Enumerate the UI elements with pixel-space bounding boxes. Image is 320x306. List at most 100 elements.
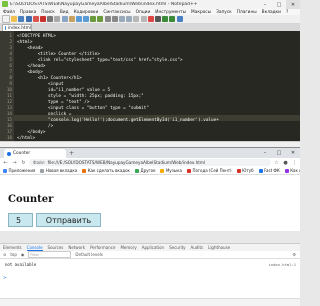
indent-guide-icon[interactable] [140,16,147,22]
menu-encoding[interactable]: Кодировки [74,10,99,15]
word-wrap-icon[interactable] [126,16,133,22]
number-input[interactable]: 5 [8,213,33,227]
devtools-tab-audits[interactable]: Audits [191,245,204,250]
log-levels-dropdown[interactable]: Default levels [75,252,102,257]
paste-icon[interactable] [68,16,75,22]
devtools-tab-console[interactable]: Console [26,245,43,251]
undo-icon[interactable] [75,16,82,22]
zoom-in-icon[interactable] [104,16,111,22]
stop-macro-icon[interactable] [154,16,161,22]
cut-icon[interactable] [54,16,61,22]
bookmark-icon [258,168,263,173]
menu-macros[interactable]: Макросы [191,10,211,15]
console-message-source[interactable]: index.html:1 [269,262,296,267]
close-all-icon[interactable] [39,16,46,22]
devtools-tab-application[interactable]: Application [142,245,164,250]
bookmarks-bar: Приложения Новая вкладка Как сделать вкадо… [0,167,300,175]
console-message: not available [5,262,37,267]
bookmark-item[interactable]: Другое [134,168,155,173]
devtools-tab-sources[interactable]: Sources [48,245,64,250]
menu-search[interactable]: Поиск [41,10,55,15]
replace-icon[interactable] [97,16,104,22]
clear-console-icon[interactable]: ⊘ [3,252,6,257]
forward-icon[interactable]: → [11,159,18,166]
menu-syntax[interactable]: Синтаксисы [103,10,130,15]
submit-button[interactable]: Отправить [36,213,101,227]
bookmark-item[interactable]: Погода (Сей Пент) [186,168,232,173]
notepad-logo-icon [2,1,8,7]
editor-tab-index-html[interactable]: index.html [2,24,32,31]
editor-title-bar: E:\SOLYDOSTATS\WEB\NayupayGameyaAlbelSta… [0,0,300,9]
console-output [0,259,300,298]
record-macro-icon[interactable] [147,16,154,22]
devtools-tab-memory[interactable]: Memory [120,245,136,250]
bookmark-item[interactable]: Музыка [160,168,182,173]
menu-run[interactable]: Запуск [216,10,232,15]
devtools-tab-lighthouse[interactable]: Lighthouse [208,245,230,250]
editor-tab-bar [0,24,300,31]
menu-tabs[interactable]: Вкладки [262,10,281,15]
bookmark-item[interactable]: Ютуб [236,168,254,173]
bookmark-icon [3,168,7,173]
new-tab-button[interactable]: + [68,150,75,157]
editor-tab-label: index.html [8,25,31,31]
profile-icon[interactable]: ● [282,159,289,166]
back-icon[interactable]: ← [2,159,9,166]
new-file-icon[interactable] [2,15,10,23]
console-prompt[interactable]: > [3,276,7,281]
sync-scroll-icon[interactable] [119,16,125,22]
menu-edit[interactable]: Правка [20,10,36,15]
save-macro-icon[interactable] [176,16,183,22]
menu-tools[interactable]: Инструменты [155,10,186,15]
save-icon[interactable] [18,16,25,22]
devtools-tab-security[interactable]: Security [169,245,185,250]
save-all-icon[interactable] [25,16,32,22]
browser-close-icon[interactable]: ✕ [286,148,300,157]
find-icon[interactable] [90,16,97,22]
bookmark-item[interactable]: Новая вкладка [40,168,77,173]
console-settings-icon[interactable]: ⚙ [292,252,300,257]
open-folder-icon[interactable] [11,16,18,22]
menu-options[interactable]: Опции [136,10,151,15]
devtools-tab-elements[interactable]: Elements [3,245,22,250]
menu-plugins[interactable]: Плагины [237,10,257,15]
browser-toolbar: ← → ↻ Файл file:///E:/SOLYDOSTATS/WEB/Na… [0,158,300,167]
browser-minimize-icon[interactable]: – [258,148,272,157]
browser-tab-counter[interactable]: Counter [4,149,66,158]
star-icon[interactable]: ☆ [273,159,280,166]
minimize-icon[interactable]: – [258,0,272,9]
more-menu-icon[interactable]: ⋮ [291,159,298,166]
bookmark-icon [40,168,45,173]
bookmark-label: Новая вкладка [45,168,78,173]
play-macro-icon[interactable] [162,16,169,22]
reload-icon[interactable]: ↻ [20,159,27,166]
address-text: file:///E:/SOLYDOSTATS/WEB/NayupayGameya… [47,160,206,165]
devtools-tab-performance[interactable]: Performance [90,245,115,250]
browser-maximize-icon[interactable]: □ [272,148,286,157]
bookmark-icon [134,168,139,173]
menu-help[interactable]: ? [286,10,288,15]
bookmark-item[interactable]: Как сделать вкадок [82,168,130,173]
zoom-out-icon[interactable] [111,16,118,22]
devtools-tab-network[interactable]: Network [68,245,85,250]
run-macro-multiple-icon[interactable] [169,16,176,22]
close-icon[interactable]: ✕ [286,0,300,9]
bookmark-item[interactable]: Как и по... [284,168,300,173]
bookmark-icon [284,168,289,173]
menu-file[interactable]: Файл [3,10,15,15]
copy-icon[interactable] [61,16,68,22]
redo-icon[interactable] [83,16,90,22]
menu-view[interactable]: Вид [60,10,69,15]
console-filter-input[interactable]: Filter [28,251,72,258]
maximize-icon[interactable]: □ [272,0,286,9]
address-bar[interactable]: Файл file:///E:/SOLYDOSTATS/WEB/NayupayG… [29,159,271,166]
print-icon[interactable] [47,16,54,22]
show-all-chars-icon[interactable] [133,16,140,22]
bookmark-icon [82,168,87,173]
file-icon [5,26,7,30]
eye-icon[interactable]: ◉ [21,252,25,257]
bookmark-item[interactable]: Fast ФК [258,168,280,173]
bookmark-item[interactable]: Приложения [3,168,35,173]
context-selector[interactable]: top [10,252,17,257]
close-file-icon[interactable] [32,16,39,22]
